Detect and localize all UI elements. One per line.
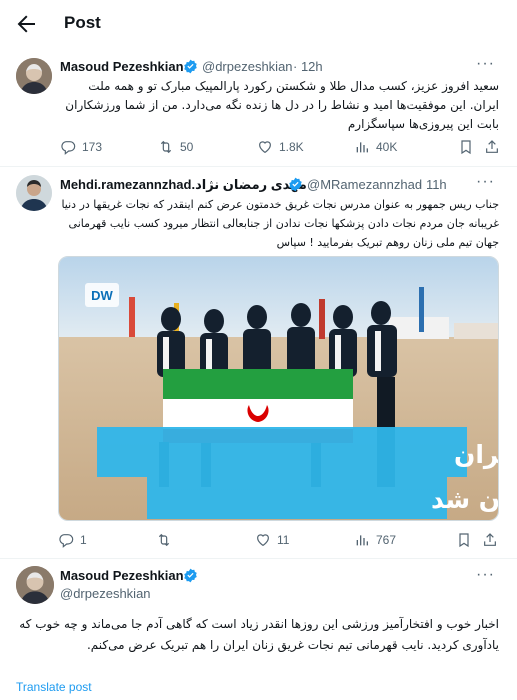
repost-icon <box>160 140 172 154</box>
tweet-text: اخبار خوب و افتخارآمیز ورزشی این روزها ا… <box>19 617 499 652</box>
page-title: Post <box>64 13 101 32</box>
views-icon <box>356 535 368 546</box>
share-icon[interactable] <box>484 139 500 155</box>
like-icon <box>257 534 269 547</box>
reply-button[interactable]: 173 <box>60 139 102 155</box>
reply-icon <box>59 534 74 548</box>
more-icon[interactable]: ··· <box>476 566 495 584</box>
author-name[interactable]: Masoud Pezeshkian <box>60 59 184 74</box>
like-icon <box>259 141 271 154</box>
share-icon[interactable] <box>482 532 498 548</box>
tweet-text: جناب ریس جمهور به عنوان مدرس نجات غریق خ… <box>61 198 499 249</box>
tweet-image[interactable]: DW ران ن شد <box>58 256 499 521</box>
avatar[interactable] <box>16 58 52 94</box>
author-handle[interactable]: @drpezeshkian <box>202 59 293 74</box>
reply-count: 173 <box>82 140 103 154</box>
team-photo: DW ران ن شد <box>59 257 499 520</box>
verified-badge-icon <box>184 59 197 74</box>
divider <box>0 166 517 167</box>
verified-badge-icon <box>184 568 197 583</box>
back-arrow-icon[interactable] <box>14 12 38 36</box>
like-count: 1.8K <box>279 140 304 154</box>
timestamp[interactable]: · 11h <box>418 177 447 192</box>
reply-icon <box>61 141 76 155</box>
image-caption-line-1: تیم ملی نجات غریق زنان ایران <box>454 440 499 470</box>
divider <box>0 558 517 559</box>
views-button[interactable]: 767 <box>354 532 396 548</box>
timestamp[interactable]: · 12h <box>293 59 323 74</box>
translate-post-link[interactable]: Translate post <box>16 680 92 694</box>
avatar[interactable] <box>16 566 54 604</box>
reply-count: 1 <box>80 533 87 547</box>
avatar[interactable] <box>16 175 52 211</box>
more-icon[interactable]: ··· <box>476 173 495 191</box>
author-handle[interactable]: @drpezeshkian <box>60 586 151 601</box>
more-icon[interactable]: ··· <box>476 55 495 73</box>
dw-logo: DW <box>91 288 113 303</box>
action-bar: 173 50 1.8K 40K <box>60 139 500 159</box>
avatar-portrait-icon <box>16 175 52 211</box>
bookmark-icon[interactable] <box>456 532 472 548</box>
like-count: 11 <box>277 533 290 547</box>
image-caption-line-2: نایب قهرمان جهان شد <box>431 485 499 515</box>
views-icon <box>356 142 368 153</box>
avatar-portrait-icon <box>16 566 54 604</box>
author-name[interactable]: Mehdi.ramezannzhad.مهدی رمضان نژاد <box>60 177 307 193</box>
like-button[interactable]: 1.8K <box>257 139 304 155</box>
author-name[interactable]: Masoud Pezeshkian <box>60 568 184 583</box>
bookmark-icon[interactable] <box>458 139 474 155</box>
verified-badge-icon <box>289 177 302 192</box>
reply-button[interactable]: 1 <box>58 532 87 548</box>
author-handle[interactable]: @MRamezannzhad <box>307 177 422 192</box>
top-bar: Post <box>0 0 517 48</box>
views-count: 767 <box>376 533 397 547</box>
action-bar: 1 11 767 <box>58 532 498 552</box>
repost-button[interactable] <box>156 532 178 548</box>
views-button[interactable]: 40K <box>354 139 397 155</box>
repost-count: 50 <box>180 140 194 154</box>
like-button[interactable]: 11 <box>255 532 289 548</box>
views-count: 40K <box>376 140 398 154</box>
avatar-portrait-icon <box>16 58 52 94</box>
repost-icon <box>158 533 170 547</box>
tweet-text: سعید افروز عزیز، کسب مدال طلا و شکستن رک… <box>65 79 499 131</box>
repost-button[interactable]: 50 <box>158 139 193 155</box>
